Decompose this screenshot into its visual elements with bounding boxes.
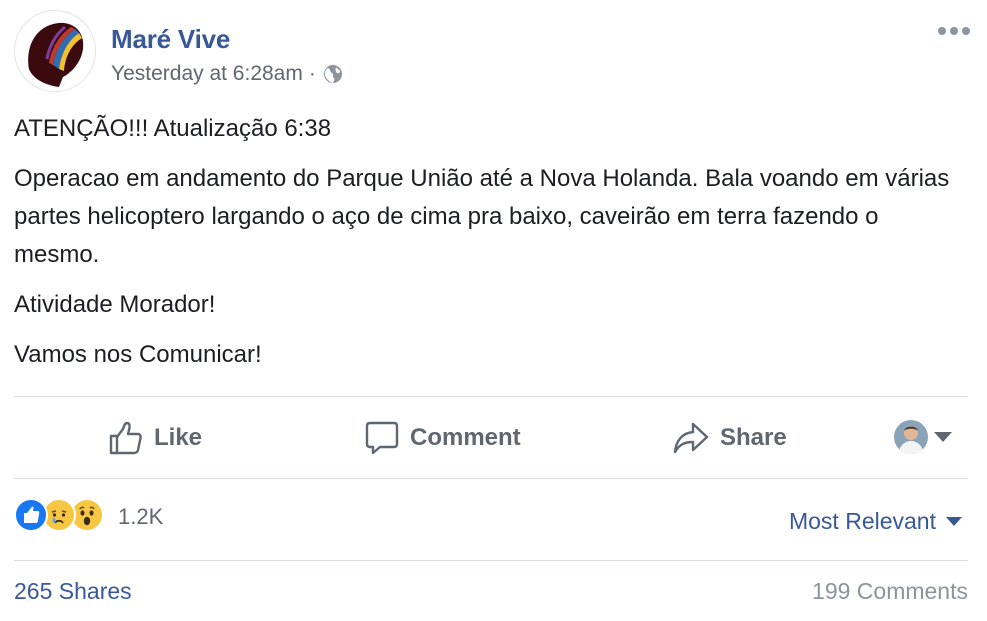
share-label: Share (720, 424, 787, 451)
post-paragraph: Atividade Morador! (14, 291, 216, 318)
comment-sort-dropdown[interactable]: Most Relevant (789, 508, 962, 535)
dot-icon (938, 27, 946, 35)
like-button[interactable]: Like (108, 398, 202, 478)
post-body: ATENÇÃO!!! Atualização 6:38 Operacao em … (14, 110, 954, 386)
shares-link[interactable]: 265 Shares (14, 578, 132, 605)
comment-label: Comment (410, 424, 521, 451)
globe-icon[interactable] (322, 63, 344, 85)
like-reaction-icon (14, 498, 48, 532)
chevron-down-icon (946, 517, 962, 526)
page-logo-icon (16, 12, 95, 91)
chevron-down-icon (934, 432, 952, 442)
reaction-icons[interactable] (14, 498, 104, 532)
more-options-button[interactable] (934, 18, 974, 44)
post-as-selector[interactable] (894, 420, 952, 454)
share-arrow-icon (673, 422, 709, 454)
share-button[interactable]: Share (672, 398, 787, 478)
post-meta: Yesterday at 6:28am · (111, 62, 344, 86)
post-paragraph: Vamos nos Comunicar! (14, 341, 262, 368)
sort-label: Most Relevant (788, 508, 936, 534)
meta-separator: · (308, 62, 316, 85)
dot-icon (962, 27, 970, 35)
divider (14, 478, 968, 479)
action-bar: Like Comment Share (14, 398, 968, 478)
post-footer: 265 Shares 199 Comments (14, 578, 968, 614)
page-avatar[interactable] (14, 10, 96, 92)
post-timestamp[interactable]: Yesterday at 6:28am (111, 62, 303, 86)
comment-button[interactable]: Comment (364, 398, 521, 478)
reaction-count[interactable]: 1.2K (118, 504, 163, 530)
post-header: Maré Vive Yesterday at 6:28am · (14, 10, 974, 92)
post-paragraph: Operacao em andamento do Parque União at… (14, 165, 950, 268)
like-label: Like (154, 424, 203, 451)
comment-icon (365, 421, 399, 455)
divider (14, 396, 968, 397)
reactions-bar: 1.2K Most Relevant (14, 492, 968, 548)
dot-icon (950, 27, 958, 35)
author-name[interactable]: Maré Vive (111, 24, 230, 55)
thumbs-up-icon (109, 421, 142, 455)
divider (14, 560, 968, 561)
user-avatar (894, 420, 928, 454)
comments-link[interactable]: 199 Comments (812, 578, 968, 605)
post-paragraph: ATENÇÃO!!! Atualização 6:38 (14, 115, 332, 142)
